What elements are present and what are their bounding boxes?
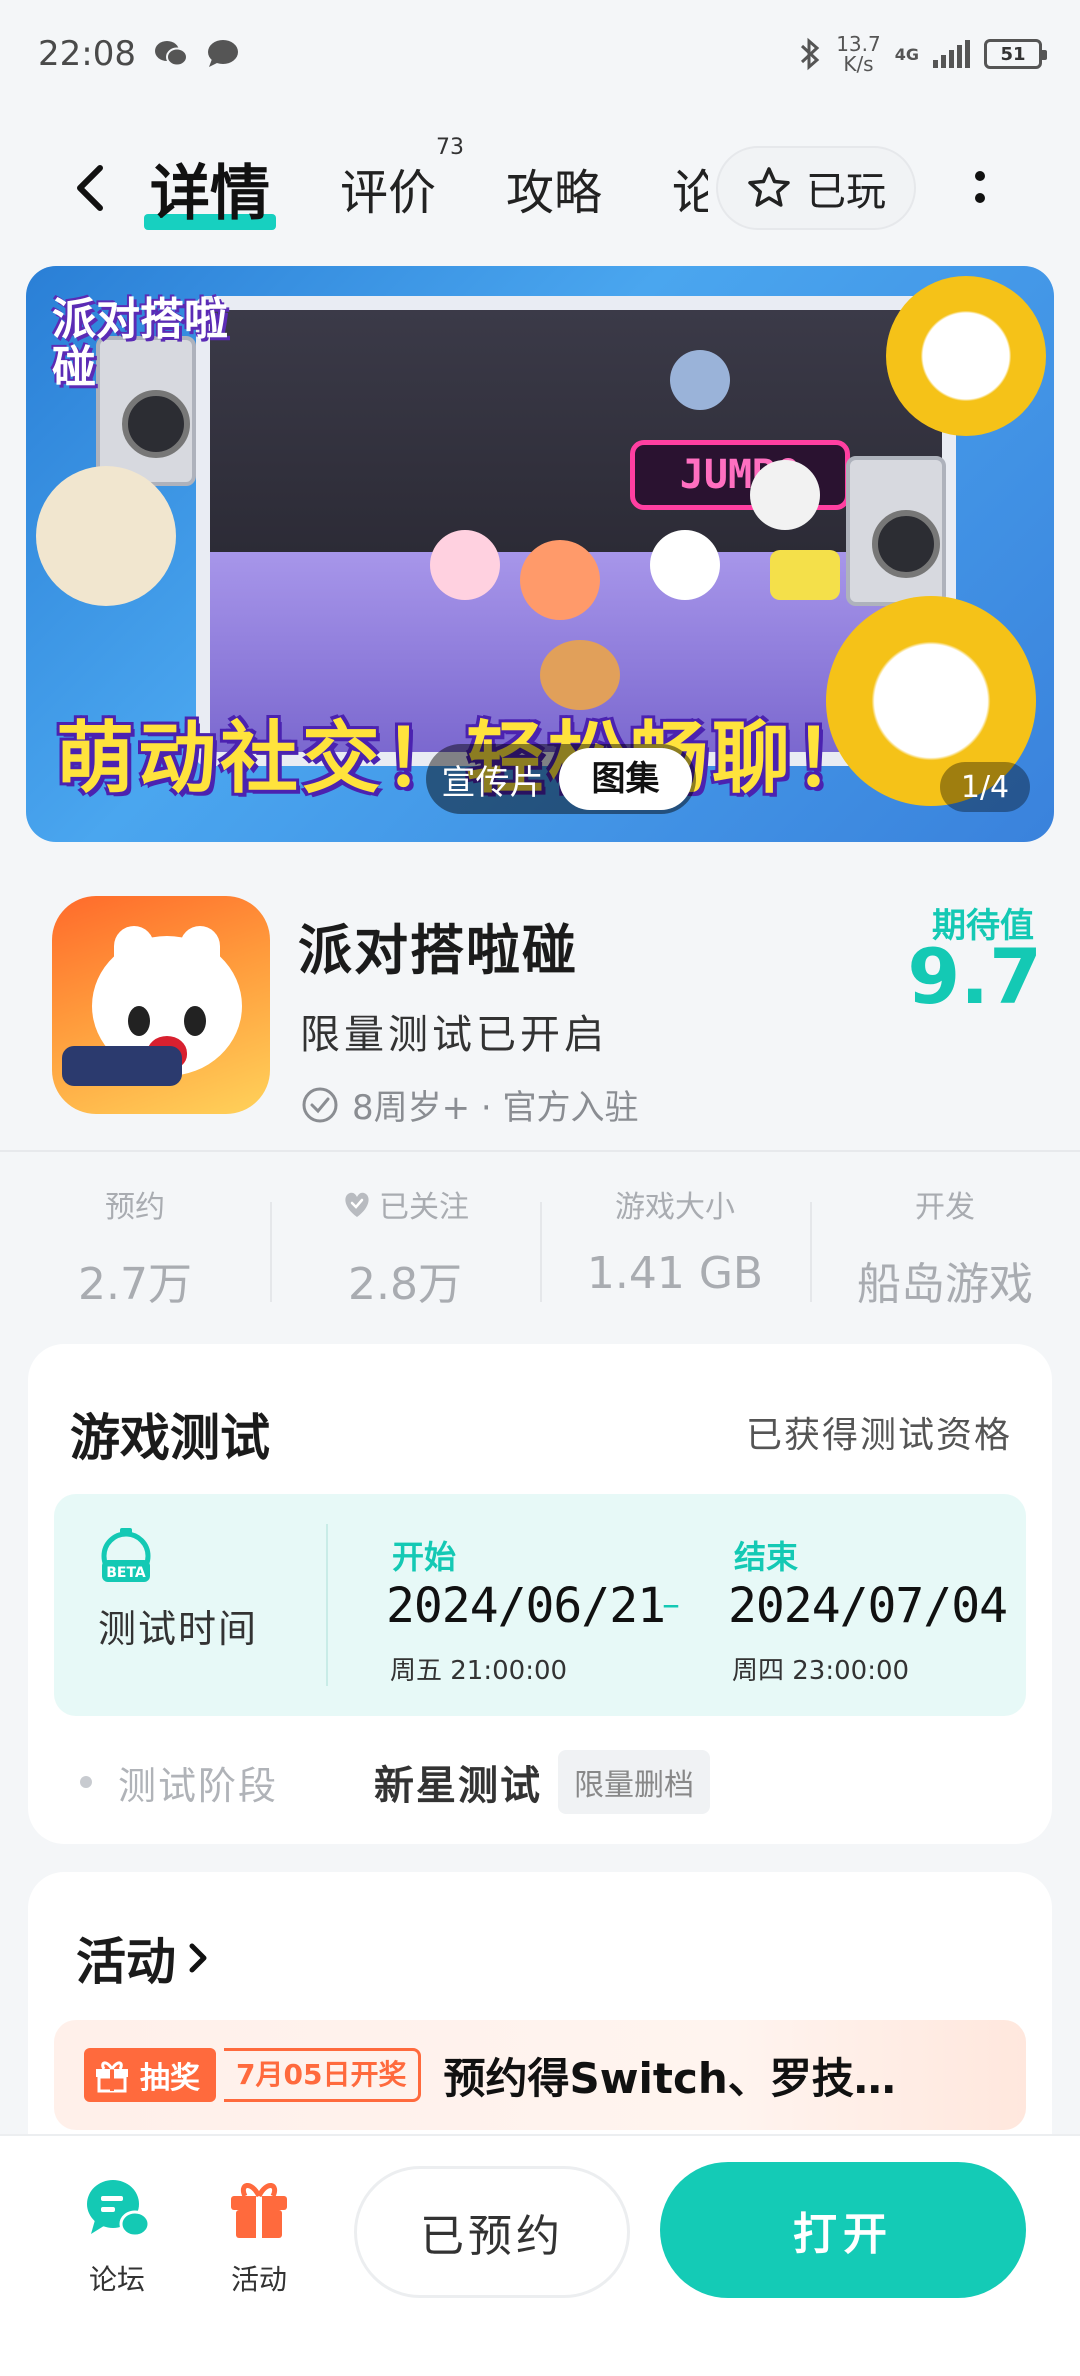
- end-label: 结束: [734, 1538, 799, 1576]
- stats-row: 预约 2.7万 已关注 2.8万 游戏大小 1.41 GB 开发 船岛游戏: [0, 1182, 1080, 1310]
- game-test-card: 游戏测试 已获得测试资格 BETA 测试时间 开始 2024/06/21 周五 …: [28, 1344, 1052, 1844]
- game-subtitle: 限量测试已开启: [300, 1012, 608, 1058]
- bottom-action-bar: 论坛 活动 已预约 打开: [0, 2134, 1080, 2376]
- game-app-icon: [52, 896, 270, 1114]
- stat-followers[interactable]: 已关注 2.8万: [270, 1182, 540, 1310]
- forum-label: 论坛: [88, 2263, 145, 2296]
- lottery-badge: 抽奖: [84, 2048, 216, 2102]
- test-qualification[interactable]: 已获得测试资格: [746, 1406, 1012, 1458]
- activity-item[interactable]: 抽奖 7月05日开奖 预约得Switch、罗技…: [54, 2020, 1026, 2130]
- chevron-right-icon: [189, 1943, 207, 1973]
- battery-level: 51: [1000, 43, 1026, 65]
- stat-followers-value: 2.8万: [348, 1259, 462, 1310]
- activity-text: 预约得Switch、罗技…: [443, 2053, 896, 2103]
- test-stage-value: 新星测试: [374, 1763, 542, 1809]
- tab-reviews-label: 评价: [340, 165, 437, 221]
- tab-reviews[interactable]: 评价 73: [340, 135, 464, 223]
- test-stage-label: 测试阶段: [118, 1763, 279, 1808]
- svg-text:BETA: BETA: [106, 1565, 146, 1581]
- stat-reservations-label: 预约: [105, 1190, 165, 1225]
- stat-size: 游戏大小 1.41 GB: [540, 1182, 810, 1302]
- network-type: 4G: [894, 44, 919, 64]
- verified-check-icon: [302, 1087, 338, 1122]
- gift-icon: [96, 2061, 128, 2093]
- activity-header[interactable]: 活动: [76, 1922, 212, 1994]
- tab-guides[interactable]: 攻略: [506, 153, 602, 223]
- test-stage-row: 测试阶段 新星测试 限量删档: [80, 1750, 710, 1814]
- trailer-toggle[interactable]: 宣传片: [426, 755, 559, 804]
- lottery-badge-label: 抽奖: [140, 2061, 200, 2096]
- game-meta-text: 8周岁+ · 官方入驻: [352, 1088, 639, 1128]
- network-speed: 13.7 K/s: [836, 32, 881, 76]
- battery-icon: 51: [984, 39, 1047, 69]
- stat-followers-label: 已关注: [379, 1190, 469, 1225]
- back-arrow-icon[interactable]: [64, 158, 124, 218]
- test-stage-tag: 限量删档: [558, 1750, 710, 1814]
- banner-page-indicator: 1/4: [940, 762, 1030, 812]
- tab-bar: 详情 评价 73 攻略 论: [144, 128, 708, 248]
- draw-date: 7月05日开奖: [224, 2048, 422, 2102]
- banner-game-logo: 派对搭啦碰: [52, 294, 228, 393]
- more-options-icon[interactable]: [960, 158, 1000, 218]
- status-bar: 22:08 13.7 K/s 4G 51: [0, 0, 1080, 108]
- stat-size-label: 游戏大小: [615, 1190, 735, 1225]
- stat-developer-label: 开发: [915, 1190, 975, 1225]
- tab-guides-label: 攻略: [506, 165, 603, 221]
- star-icon: [748, 167, 790, 207]
- stat-reservations-value: 2.7万: [78, 1259, 192, 1310]
- end-time: 周四 23:00:00: [732, 1656, 910, 1686]
- activity-title: 活动: [76, 1933, 176, 1991]
- test-time-label: 测试时间: [98, 1607, 259, 1651]
- heart-icon: [345, 1192, 369, 1217]
- tab-details-label: 详情: [150, 158, 270, 229]
- played-button[interactable]: 已玩: [716, 146, 916, 230]
- game-meta: 8周岁+ · 官方入驻: [300, 1080, 639, 1129]
- stat-reservations: 预约 2.7万: [0, 1182, 270, 1310]
- start-label: 开始: [392, 1538, 457, 1576]
- tab-forum[interactable]: 论: [672, 153, 708, 223]
- box-divider: [326, 1524, 328, 1686]
- game-title: 派对搭啦碰: [298, 919, 578, 982]
- start-time: 周五 21:00:00: [390, 1656, 568, 1686]
- stat-developer-value: 船岛游戏: [857, 1259, 1033, 1310]
- message-icon: [207, 40, 238, 67]
- status-time: 22:08: [38, 34, 136, 74]
- start-date: 2024/06/21: [386, 1578, 666, 1634]
- bullet-dot: [80, 1776, 92, 1788]
- open-game-button[interactable]: 打开: [660, 2162, 1026, 2298]
- event-label: 活动: [230, 2263, 287, 2296]
- gift-box-icon: [231, 2183, 287, 2238]
- expectation-score: 9.7: [907, 932, 1042, 1021]
- tab-forum-label: 论: [672, 165, 709, 221]
- forum-button[interactable]: 论坛: [62, 2172, 172, 2298]
- bluetooth-icon: [801, 37, 820, 71]
- test-card-title: 游戏测试: [70, 1409, 270, 1467]
- section-divider: [0, 1150, 1080, 1152]
- reviews-count-badge: 73: [436, 135, 465, 160]
- stat-developer[interactable]: 开发 船岛游戏: [810, 1182, 1080, 1310]
- gallery-toggle[interactable]: 图集: [559, 748, 692, 810]
- stat-size-value: 1.41 GB: [586, 1248, 764, 1299]
- played-label: 已玩: [806, 169, 886, 215]
- end-date: 2024/07/04: [728, 1578, 1008, 1634]
- beta-timer-icon: BETA: [101, 1528, 151, 1582]
- date-range-dash: –: [662, 1584, 680, 1625]
- media-type-toggle: 宣传片 图集: [426, 744, 696, 814]
- wechat-icon: [154, 41, 188, 67]
- test-schedule-box: BETA 测试时间 开始 2024/06/21 周五 21:00:00 – 结束…: [54, 1494, 1026, 1716]
- reserved-button[interactable]: 已预约: [354, 2166, 630, 2298]
- event-button[interactable]: 活动: [204, 2172, 314, 2298]
- forum-chat-icon: [87, 2180, 151, 2238]
- signal-icon: [933, 40, 970, 68]
- media-banner[interactable]: JUMBO 派对搭啦碰 萌动社交！轻松畅聊！ 宣传片 图集 1/4: [26, 266, 1054, 842]
- tab-details[interactable]: 详情: [144, 145, 276, 232]
- top-nav: 详情 评价 73 攻略 论 已玩: [0, 128, 1080, 248]
